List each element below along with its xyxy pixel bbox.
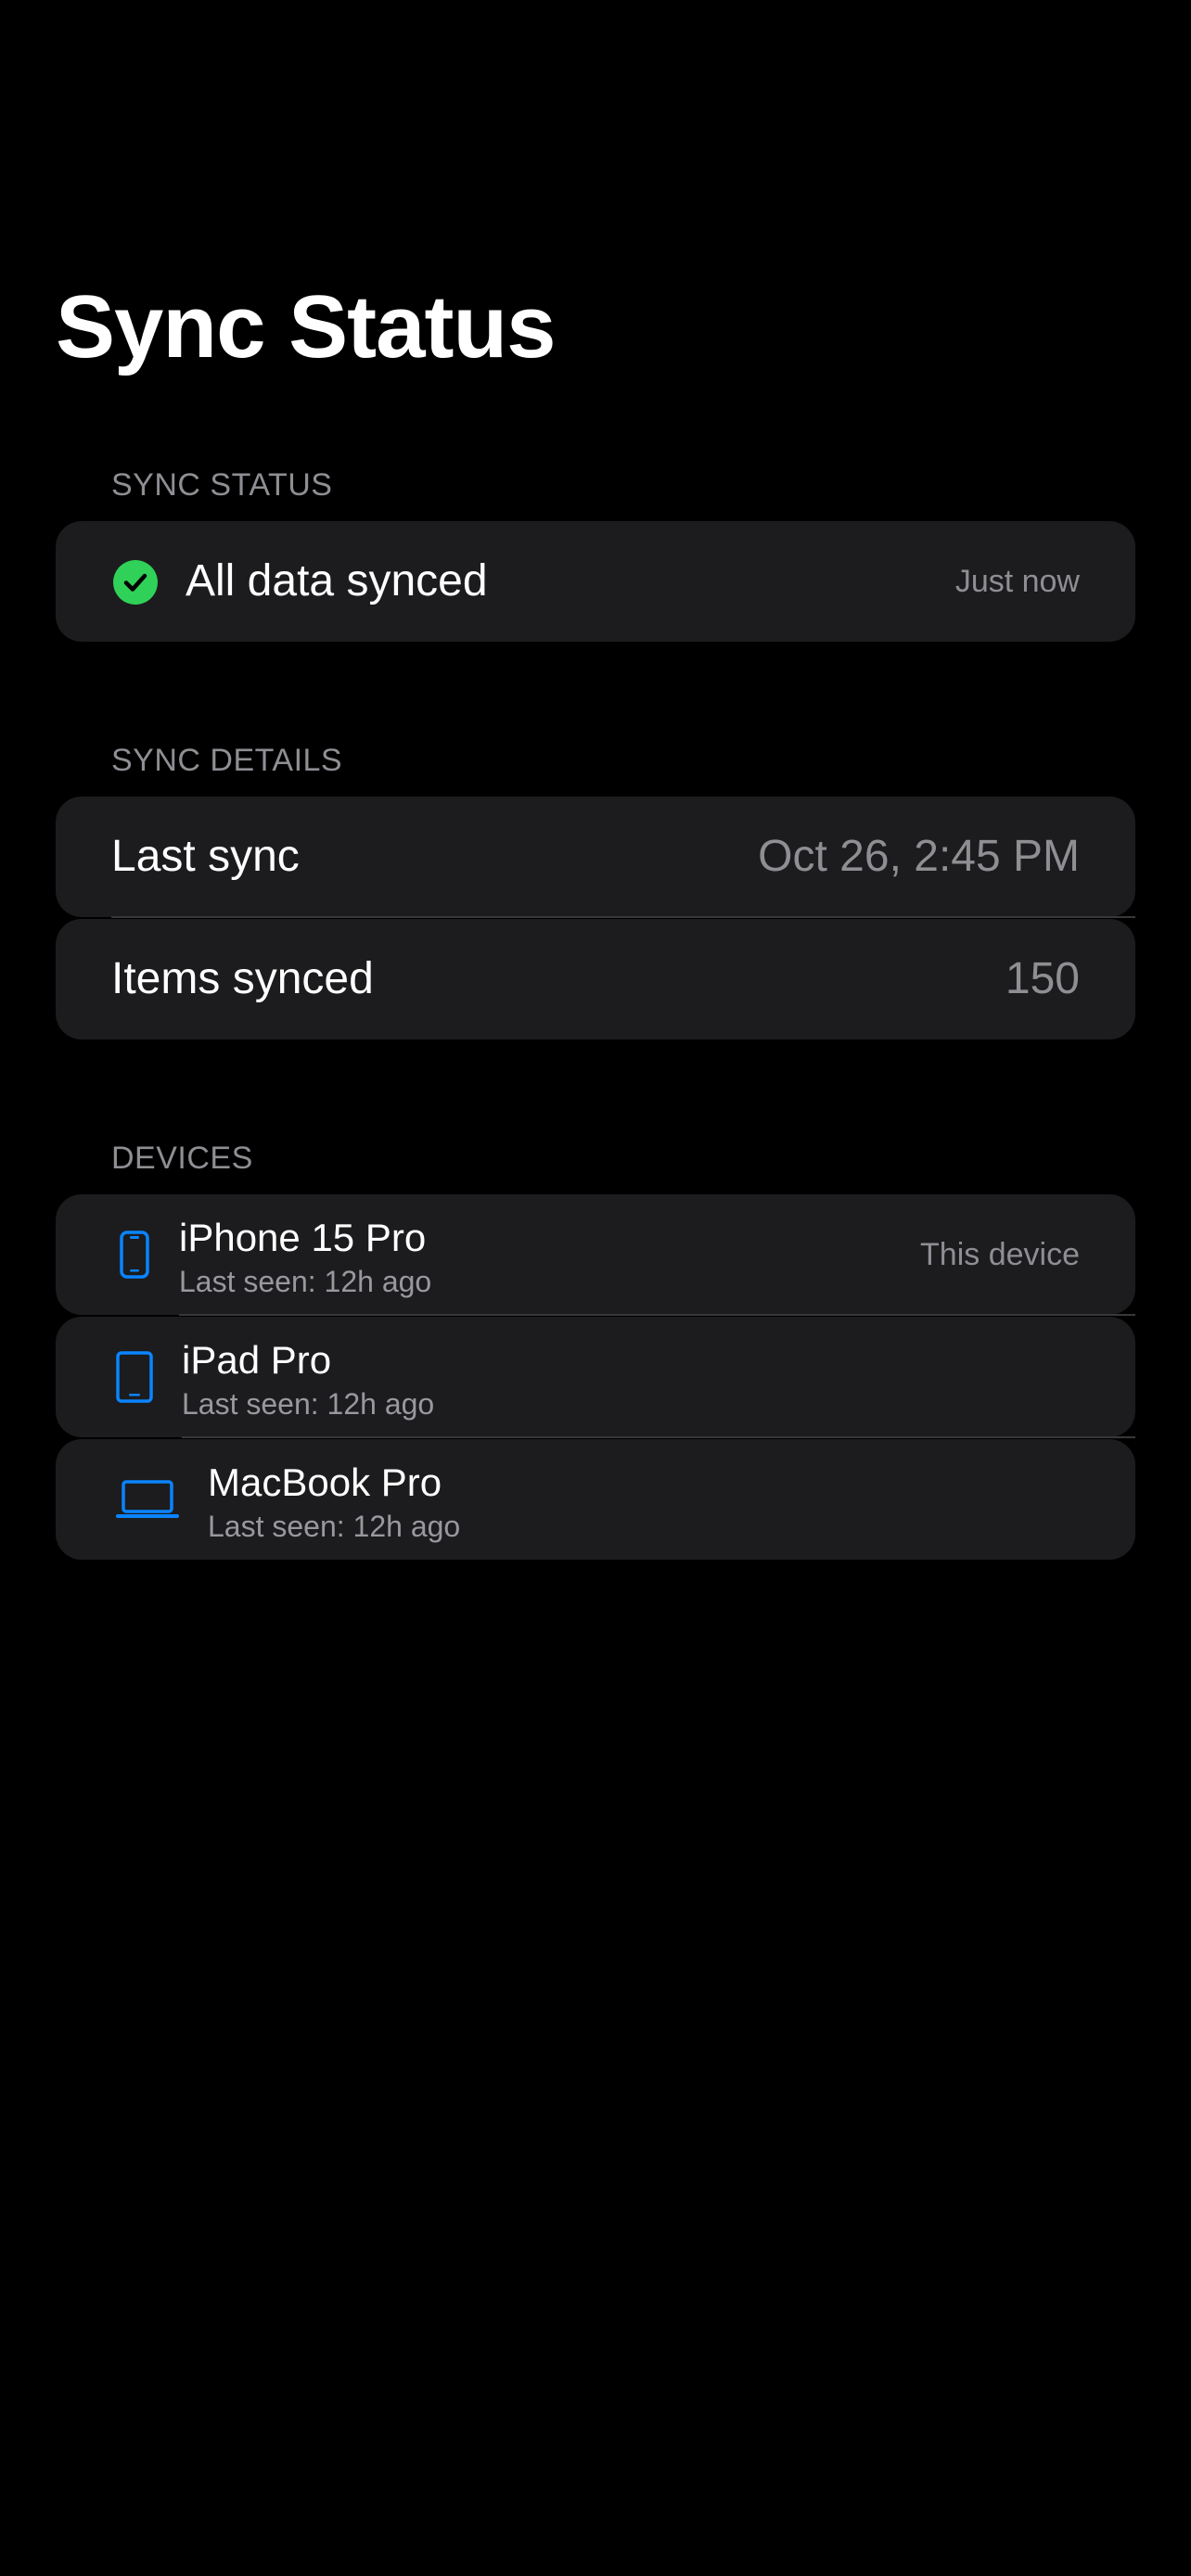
this-device-badge: This device — [920, 1237, 1080, 1272]
device-name: MacBook Pro — [208, 1460, 442, 1504]
sync-status-label: All data synced — [186, 556, 488, 606]
page-title: Sync Status — [56, 277, 557, 376]
detail-label: Last sync — [111, 832, 300, 881]
detail-value: 150 — [1005, 954, 1080, 1003]
device-name: iPhone 15 Pro — [179, 1216, 427, 1259]
device-row-ipad[interactable]: iPad Pro Last seen: 12h ago — [56, 1317, 1135, 1437]
detail-row-last-sync[interactable]: Last sync Oct 26, 2:45 PM — [56, 797, 1135, 917]
section-header-sync-details: SYNC DETAILS — [111, 743, 343, 778]
checkmark-circle-icon — [113, 560, 158, 605]
row-separator — [182, 1436, 1135, 1438]
sync-status-time: Just now — [954, 564, 1080, 599]
device-row-macbook[interactable]: MacBook Pro Last seen: 12h ago — [56, 1439, 1135, 1560]
device-name: iPad Pro — [182, 1338, 332, 1382]
section-header-devices: DEVICES — [111, 1141, 253, 1176]
device-last-seen: Last seen: 12h ago — [182, 1387, 435, 1421]
detail-value: Oct 26, 2:45 PM — [758, 832, 1080, 881]
row-separator — [179, 1314, 1135, 1316]
ipad-icon — [116, 1351, 153, 1403]
iphone-icon — [120, 1231, 149, 1279]
row-separator — [111, 916, 1135, 918]
device-last-seen: Last seen: 12h ago — [208, 1510, 461, 1543]
detail-row-items-synced[interactable]: Items synced 150 — [56, 919, 1135, 1039]
section-header-sync-status: SYNC STATUS — [111, 467, 333, 503]
detail-label: Items synced — [111, 954, 374, 1003]
laptop-icon — [116, 1480, 179, 1518]
device-last-seen: Last seen: 12h ago — [179, 1265, 432, 1298]
sync-status-row[interactable]: All data synced Just now — [56, 521, 1135, 642]
device-row-iphone[interactable]: iPhone 15 Pro Last seen: 12h ago This de… — [56, 1194, 1135, 1315]
